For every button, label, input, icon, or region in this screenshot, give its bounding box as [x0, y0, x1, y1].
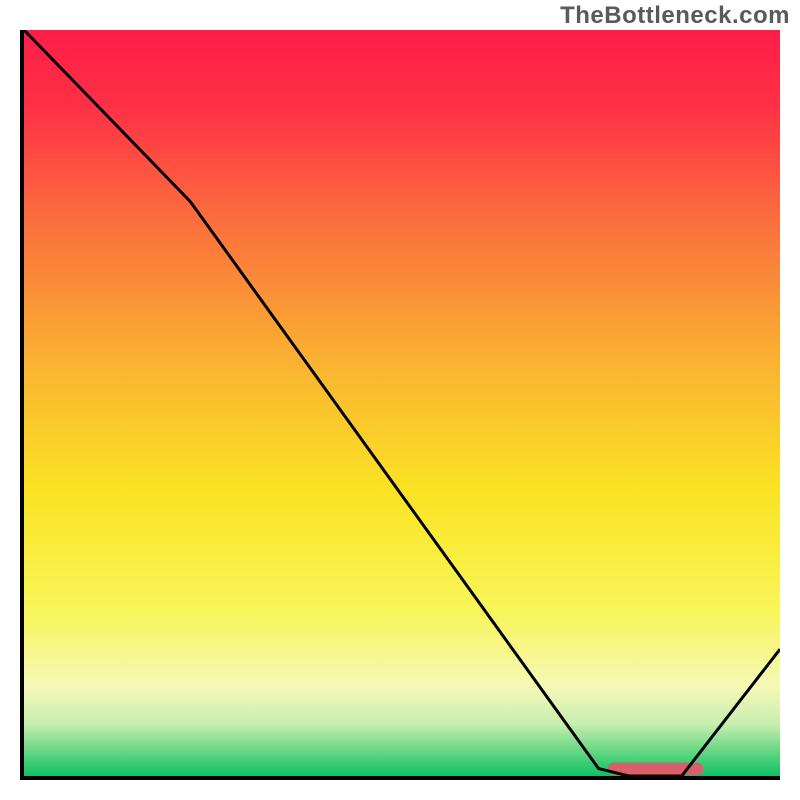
plot-area	[20, 30, 780, 780]
gradient-background	[24, 30, 780, 776]
watermark-text: TheBottleneck.com	[560, 2, 790, 30]
chart-svg	[24, 30, 780, 776]
chart-frame: TheBottleneck.com	[0, 0, 800, 800]
